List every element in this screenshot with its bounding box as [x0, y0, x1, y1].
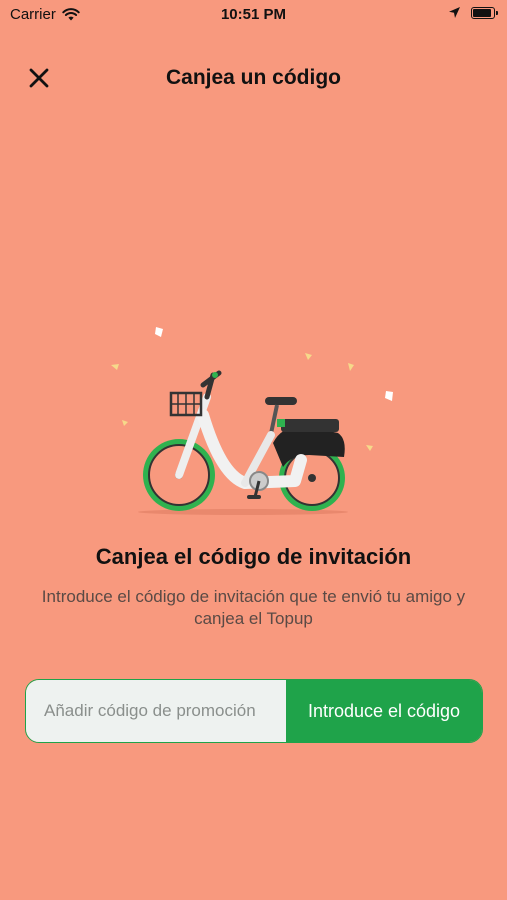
status-bar: Carrier 10:51 PM — [0, 0, 507, 30]
basket — [169, 391, 203, 417]
battery-fill — [473, 8, 492, 17]
location-arrow-icon — [449, 7, 460, 18]
status-right-group — [448, 6, 498, 19]
status-time: 10:51 PM — [220, 6, 287, 23]
redeem-code-screen: Carrier 10:51 PM Canjea un código Canjea… — [0, 0, 507, 900]
nav-bar: Canjea un código — [0, 55, 507, 99]
promo-code-input[interactable] — [26, 680, 286, 742]
promo-code-form: Introduce el código — [25, 679, 483, 743]
page-title: Canjea un código — [165, 66, 341, 89]
bike-illustration — [111, 327, 393, 515]
description-text: Introduce el código de invitación que te… — [41, 587, 466, 628]
battery-icon — [471, 6, 498, 19]
submit-code-button[interactable]: Introduce el código — [286, 680, 482, 742]
headline: Canjea el código de invitación — [95, 544, 412, 569]
